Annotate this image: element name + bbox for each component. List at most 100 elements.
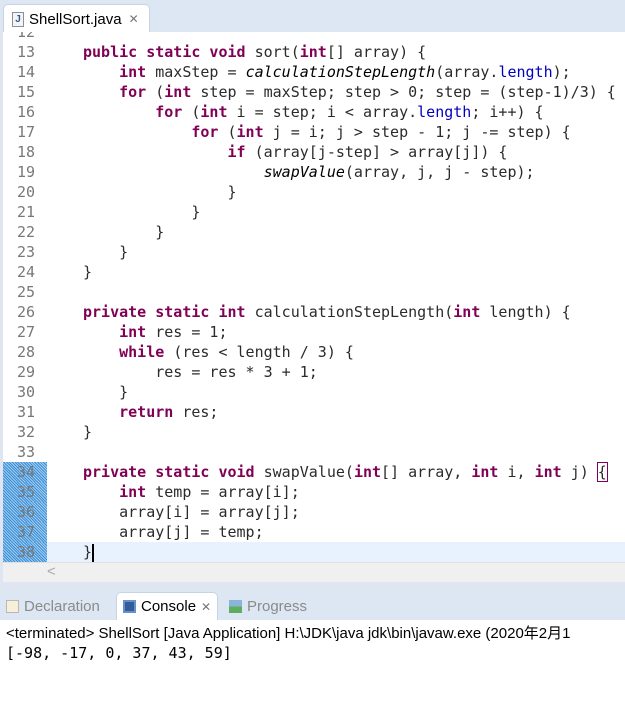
line-number: 23 [3,242,47,262]
code-text: private static int calculationStepLength… [47,302,625,322]
line-number: 20 [3,182,47,202]
code-token: (res < length / 3) { [173,343,354,361]
code-text: swapValue(array, j, j - step); [47,162,625,182]
tab-label: ShellSort.java [29,10,122,28]
line-number: 18 [3,142,47,162]
line-number: 37 [3,522,47,542]
java-file-icon: J [12,11,24,27]
console-panel[interactable]: <terminated> ShellSort [Java Application… [0,620,625,705]
code-token: (array[j-step] > array[j]) { [254,143,508,161]
code-text: } [47,382,625,402]
code-line: 32} [3,422,625,442]
line-number: 16 [3,102,47,122]
code-text: for (int step = maxStep; step > 0; step … [47,82,625,102]
code-line: 25 [3,282,625,302]
line-number: 35 [3,482,47,502]
text-caret [92,543,95,562]
code-editor[interactable]: 12 13−public static void sort(int[] arra… [3,32,625,562]
code-token: res = 1; [155,323,228,341]
horizontal-scrollbar[interactable]: < [3,562,625,582]
code-token: calculationStepLength( [254,303,454,321]
line-number: 12 [3,32,47,42]
code-token: public static void [83,43,255,61]
code-line: 18 if (array[j-step] > array[j]) { [3,142,625,162]
code-token: length [498,63,553,81]
code-token: int [236,123,273,141]
code-text: int temp = array[i]; [47,482,625,502]
code-text: private static void swapValue(int[] arra… [47,462,625,482]
code-line: 21 } [3,202,625,222]
code-text: for (int i = step; i < array.length; i++… [47,102,625,122]
tab-declaration[interactable]: Declaration [6,592,100,620]
scroll-left-icon[interactable]: < [47,563,56,580]
code-token: int [353,463,382,481]
code-token: swapValue [263,163,345,181]
tab-shellsort-java[interactable]: J ShellSort.java ✕ [3,4,150,33]
code-token: (array. [435,63,499,81]
code-token: maxStep = [155,63,246,81]
code-token: [] array) { [326,43,427,61]
line-number: 14 [3,62,47,82]
code-line: 34−private static void swapValue(int[] a… [3,462,625,482]
tab-console[interactable]: Console ✕ [116,592,219,620]
code-token: sort( [254,43,300,61]
code-token: ( [227,123,237,141]
code-line: 28 while (res < length / 3) { [3,342,625,362]
code-token: int [83,483,156,501]
code-token: length [417,103,472,121]
code-text: } [47,242,625,262]
code-text: while (res < length / 3) { [47,342,625,362]
console-output: [-98, -17, 0, 37, 43, 59] [6,644,232,662]
code-token: res; [182,403,219,421]
line-number: 19 [3,162,47,182]
code-token: int [471,463,508,481]
close-icon[interactable]: ✕ [201,600,211,614]
code-token: for [83,103,192,121]
code-text: } [47,202,625,222]
code-line: 24} [3,262,625,282]
line-number: 36 [3,502,47,522]
code-token: i = step; i < array. [236,103,418,121]
line-number: 32 [3,422,47,442]
line-number: 31 [3,402,47,422]
code-text: } [47,182,625,202]
tab-progress[interactable]: Progress [229,592,307,620]
code-line: 22 } [3,222,625,242]
code-token: private static void [83,463,264,481]
code-token: int [299,43,327,61]
code-line: 31 return res; [3,402,625,422]
code-token: } [83,383,129,401]
code-text: if (array[j-step] > array[j]) { [47,142,625,162]
code-text: res = res * 3 + 1; [47,362,625,382]
code-line: 33 [3,442,625,462]
code-token: for [83,123,228,141]
code-token: calculationStepLength [245,63,436,81]
code-line: 17 for (int j = i; j > step - 1; j -= st… [3,122,625,142]
code-token: j) [570,463,598,481]
code-text: } [47,262,625,282]
code-token: for [83,83,156,101]
tab-label: Console [141,598,197,615]
line-number: 17 [3,122,47,142]
code-token: temp = array[i]; [155,483,300,501]
code-token: int [534,463,571,481]
code-line: 38} [3,542,625,562]
code-token: [] array, [381,463,472,481]
line-number: 13 [3,42,47,62]
code-token: } [83,243,129,261]
code-text: } [47,542,625,562]
console-header: <terminated> ShellSort [Java Application… [6,625,571,642]
code-line: 27 int res = 1; [3,322,625,342]
close-icon[interactable]: ✕ [129,12,139,26]
code-line: 29 res = res * 3 + 1; [3,362,625,382]
code-line: 14 int maxStep = calculationStepLength(a… [3,62,625,82]
code-line: 15 for (int step = maxStep; step > 0; st… [3,82,625,102]
code-token: j = i; j > step - 1; j -= step) { [272,123,571,141]
code-text: int maxStep = calculationStepLength(arra… [47,62,625,82]
code-token: } [83,183,237,201]
code-token: i, [507,463,535,481]
code-text: array[i] = array[j]; [47,502,625,522]
tab-label: Declaration [24,597,100,615]
